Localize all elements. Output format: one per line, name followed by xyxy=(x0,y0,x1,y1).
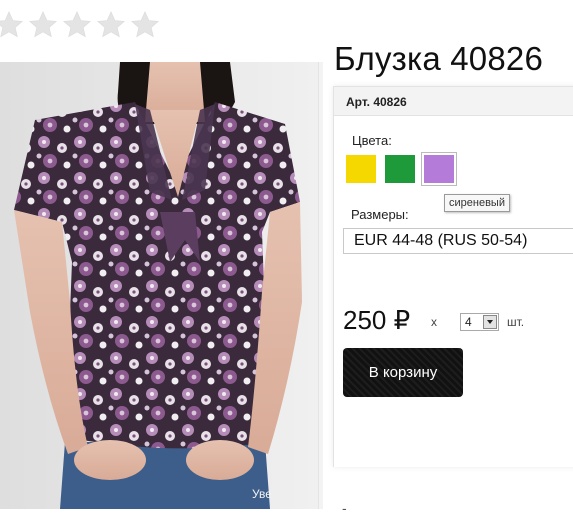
star-icon[interactable] xyxy=(96,10,126,40)
times-sign: x xyxy=(431,315,437,329)
color-swatch-lilac[interactable] xyxy=(421,152,457,186)
photo-watermark: Уве xyxy=(252,487,272,501)
chevron-down-icon[interactable] xyxy=(483,315,497,329)
price-value: 250 ₽ xyxy=(343,305,411,335)
star-icon[interactable] xyxy=(28,10,58,40)
size-select[interactable]: EUR 44-48 (RUS 50-54) xyxy=(343,228,573,254)
product-title: Блузка 40826 xyxy=(334,40,544,78)
colors-label: Цвета: xyxy=(352,133,392,148)
photo-divider xyxy=(318,62,323,509)
footer-dash: - xyxy=(342,500,347,516)
star-icon[interactable] xyxy=(130,10,160,40)
color-swatch-green[interactable] xyxy=(385,155,415,183)
rating-stars[interactable] xyxy=(0,10,160,40)
color-tooltip: сиреневый xyxy=(444,194,510,212)
quantity-select[interactable]: 4 xyxy=(460,313,499,331)
sizes-label: Размеры: xyxy=(351,207,409,222)
product-options-panel: Арт. 40826 Цвета: сиреневый Размеры: EUR… xyxy=(333,86,573,467)
product-photo[interactable] xyxy=(0,62,318,509)
sku-label: Арт. 40826 xyxy=(346,95,407,109)
color-swatch-yellow[interactable] xyxy=(346,155,376,183)
star-icon[interactable] xyxy=(62,10,92,40)
star-icon[interactable] xyxy=(0,10,24,40)
quantity-value: 4 xyxy=(465,315,472,329)
panel-header: Арт. 40826 xyxy=(334,87,573,116)
add-to-cart-button[interactable]: В корзину xyxy=(343,348,463,397)
quantity-unit: шт. xyxy=(507,315,525,329)
